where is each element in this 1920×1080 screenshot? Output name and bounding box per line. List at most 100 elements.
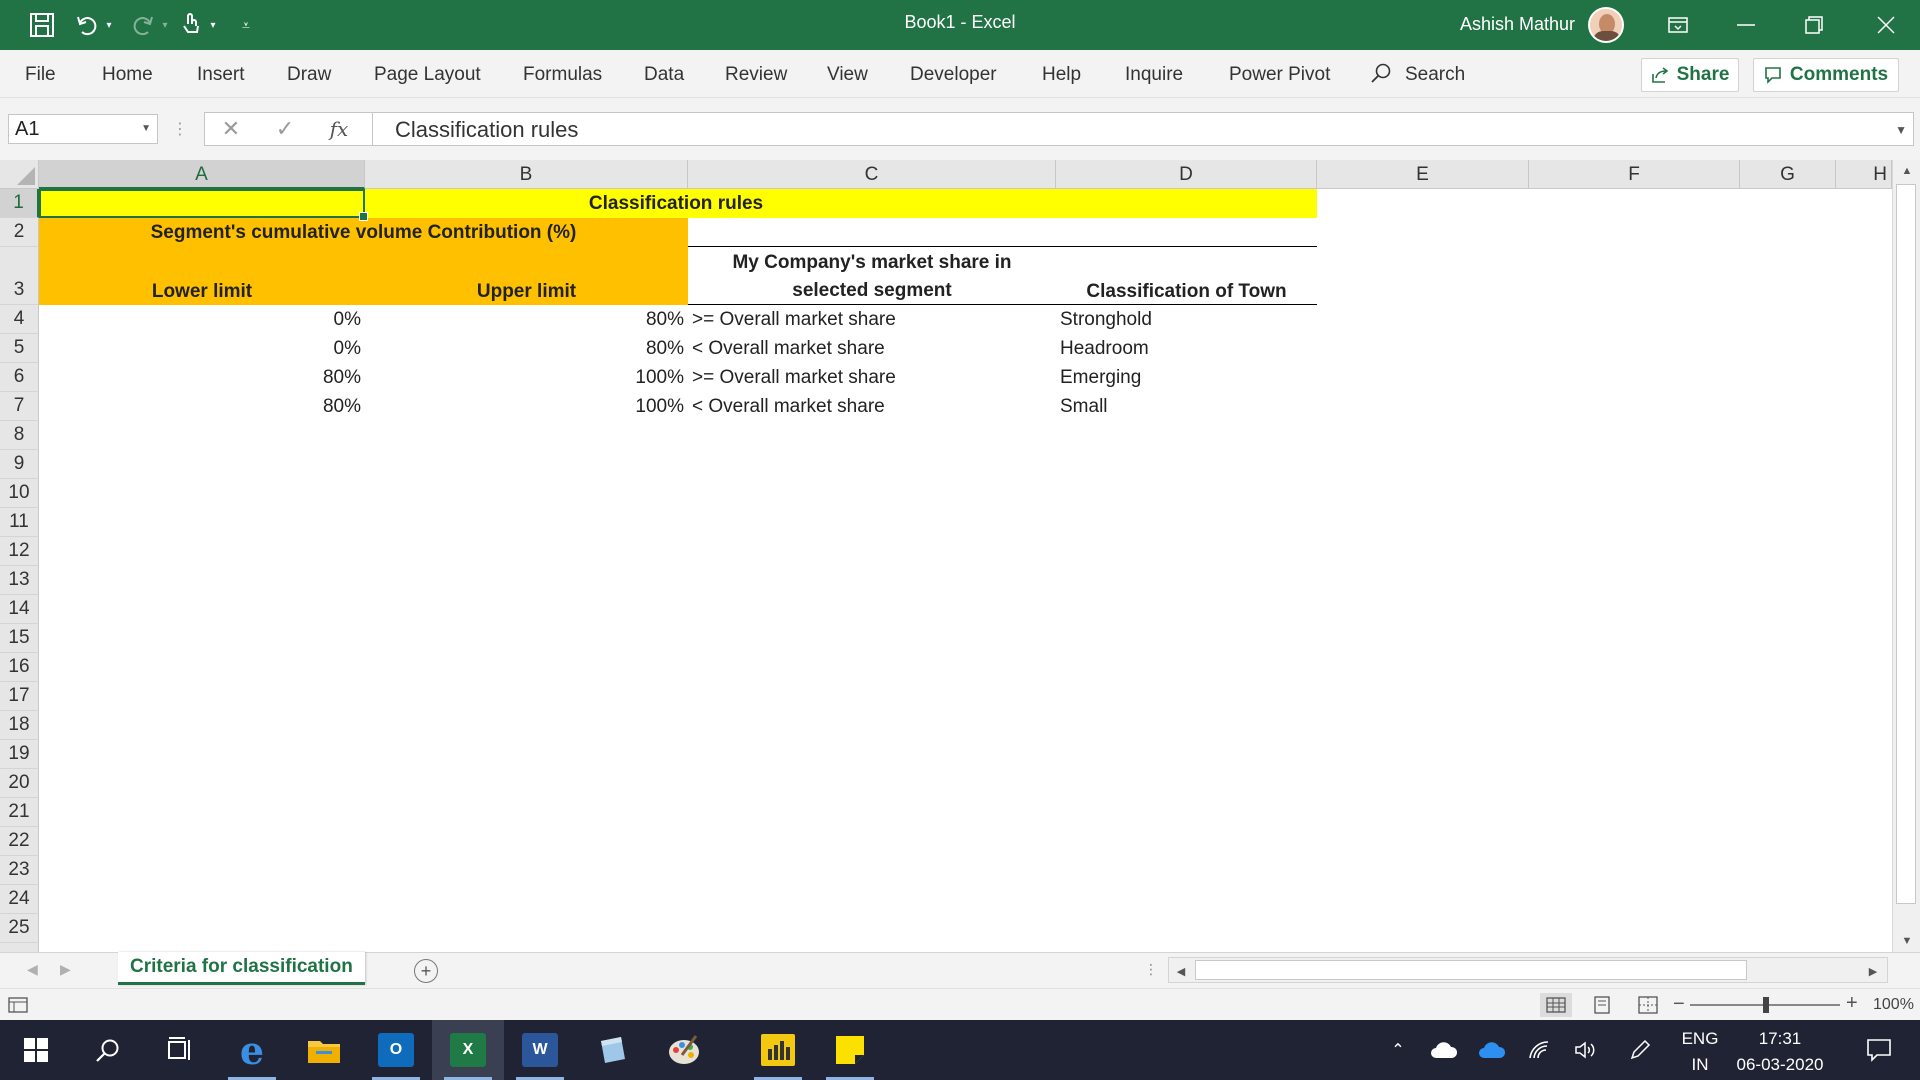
row-header[interactable]: 13	[0, 566, 39, 595]
row-header[interactable]: 3	[0, 247, 39, 305]
notifications-icon[interactable]	[1854, 1020, 1904, 1080]
tab-formulas[interactable]: Formulas	[523, 64, 602, 86]
tab-data[interactable]: Data	[644, 64, 684, 86]
task-view-icon[interactable]	[144, 1020, 216, 1080]
power-bi-icon[interactable]	[742, 1020, 814, 1080]
scroll-up-icon[interactable]: ▲	[1893, 160, 1920, 182]
row-header[interactable]: 11	[0, 508, 39, 537]
zoom-out-icon[interactable]: −	[1673, 993, 1685, 1016]
edge-icon[interactable]: e	[216, 1020, 288, 1080]
notes-app-icon[interactable]	[576, 1020, 648, 1080]
tab-view[interactable]: View	[827, 64, 868, 86]
volume-icon[interactable]	[1568, 1020, 1604, 1080]
horizontal-scrollbar[interactable]: ◀ ▶	[1168, 957, 1888, 983]
cell-share[interactable]: < Overall market share	[688, 334, 1056, 363]
pen-icon[interactable]	[1622, 1020, 1658, 1080]
avatar[interactable]	[1588, 7, 1624, 43]
tab-review[interactable]: Review	[725, 64, 787, 86]
split-handle-icon[interactable]: ⋮	[1144, 961, 1158, 978]
row-header[interactable]: 7	[0, 392, 39, 421]
comments-button[interactable]: Comments	[1753, 58, 1899, 92]
col-header-f[interactable]: F	[1529, 160, 1740, 189]
select-all-corner[interactable]	[0, 160, 39, 189]
cell-class[interactable]: Stronghold	[1056, 305, 1317, 334]
sheet-tab-active[interactable]: Criteria for classification	[118, 952, 365, 985]
col-header-h[interactable]: H	[1836, 160, 1892, 189]
user-name[interactable]: Ashish Mathur	[1460, 14, 1575, 35]
row-header[interactable]: 22	[0, 827, 39, 856]
cell-share[interactable]: < Overall market share	[688, 392, 1056, 421]
cell-lower[interactable]: 80%	[39, 363, 365, 392]
sticky-notes-icon[interactable]	[814, 1020, 886, 1080]
cell-upper[interactable]: 80%	[365, 305, 688, 334]
row-header[interactable]: 14	[0, 595, 39, 624]
search-icon[interactable]	[72, 1020, 144, 1080]
row-header[interactable]: 17	[0, 682, 39, 711]
cell-upper[interactable]: 80%	[365, 334, 688, 363]
row-header[interactable]: 16	[0, 653, 39, 682]
row-header[interactable]	[0, 943, 39, 952]
col-header-e[interactable]: E	[1317, 160, 1529, 189]
cell-lower-limit[interactable]: Lower limit	[39, 247, 365, 305]
close-icon[interactable]	[1852, 0, 1920, 50]
row-header[interactable]: 20	[0, 769, 39, 798]
page-break-view-icon[interactable]	[1632, 993, 1664, 1017]
windows-start-icon[interactable]	[0, 1020, 72, 1080]
row-header[interactable]: 9	[0, 450, 39, 479]
wifi-icon[interactable]	[1522, 1020, 1558, 1080]
formula-input[interactable]: Classification rules ▼	[372, 112, 1914, 146]
row-header[interactable]: 24	[0, 885, 39, 914]
row-header[interactable]: 5	[0, 334, 39, 363]
cell-share[interactable]: >= Overall market share	[688, 305, 1056, 334]
tab-inquire[interactable]: Inquire	[1125, 64, 1183, 86]
language-indicator[interactable]: ENG IN	[1676, 1026, 1724, 1078]
zoom-thumb[interactable]	[1763, 997, 1769, 1013]
normal-view-icon[interactable]	[1540, 993, 1572, 1017]
cell-lower[interactable]: 0%	[39, 305, 365, 334]
share-button[interactable]: Share	[1641, 58, 1739, 92]
search-icon[interactable]	[1370, 62, 1392, 90]
cell-lower[interactable]: 0%	[39, 334, 365, 363]
minimize-icon[interactable]	[1712, 0, 1780, 50]
prev-sheet-icon[interactable]: ◀	[27, 961, 38, 978]
clock[interactable]: 17:31 06-03-2020	[1730, 1026, 1830, 1078]
restore-icon[interactable]	[1780, 0, 1848, 50]
row-header[interactable]: 19	[0, 740, 39, 769]
scroll-down-icon[interactable]: ▼	[1893, 930, 1920, 952]
row-header[interactable]: 2	[0, 218, 39, 247]
row-header[interactable]: 25	[0, 914, 39, 943]
cell-selection[interactable]	[39, 189, 368, 221]
ribbon-display-icon[interactable]	[1644, 0, 1712, 50]
cell-segment-header[interactable]: Segment's cumulative volume Contribution…	[39, 218, 688, 247]
name-box[interactable]: A1 ▼	[8, 114, 158, 144]
cell-share[interactable]: >= Overall market share	[688, 363, 1056, 392]
cell-market-share-line2[interactable]: selected segment	[688, 277, 1056, 305]
hscroll-thumb[interactable]	[1195, 960, 1747, 980]
tab-help[interactable]: Help	[1042, 64, 1081, 86]
tab-draw[interactable]: Draw	[287, 64, 331, 86]
word-icon[interactable]: W	[504, 1020, 576, 1080]
col-header-d[interactable]: D	[1056, 160, 1317, 189]
excel-icon[interactable]: X	[432, 1020, 504, 1080]
vertical-scrollbar[interactable]: ▲ ▼	[1892, 160, 1920, 952]
next-sheet-icon[interactable]: ▶	[60, 961, 71, 978]
row-header[interactable]: 1	[0, 189, 39, 218]
more-icon[interactable]: ⋮	[172, 114, 188, 144]
row-header[interactable]: 23	[0, 856, 39, 885]
cell-market-share-line1[interactable]: My Company's market share in	[688, 249, 1056, 277]
cancel-icon[interactable]: ✕	[214, 114, 248, 144]
search-box[interactable]: Search	[1405, 64, 1465, 86]
cell-class[interactable]: Emerging	[1056, 363, 1317, 392]
tab-developer[interactable]: Developer	[910, 64, 997, 86]
cell-upper[interactable]: 100%	[365, 392, 688, 421]
scroll-left-icon[interactable]: ◀	[1169, 960, 1193, 982]
tab-insert[interactable]: Insert	[197, 64, 245, 86]
cell-upper[interactable]: 100%	[365, 363, 688, 392]
row-header[interactable]: 8	[0, 421, 39, 450]
col-header-g[interactable]: G	[1740, 160, 1836, 189]
row-header[interactable]: 18	[0, 711, 39, 740]
show-hidden-icons[interactable]: ⌃	[1380, 1020, 1416, 1080]
scroll-thumb[interactable]	[1896, 184, 1916, 904]
cell-classification[interactable]: Classification of Town	[1056, 247, 1317, 305]
paint-icon[interactable]	[648, 1020, 720, 1080]
